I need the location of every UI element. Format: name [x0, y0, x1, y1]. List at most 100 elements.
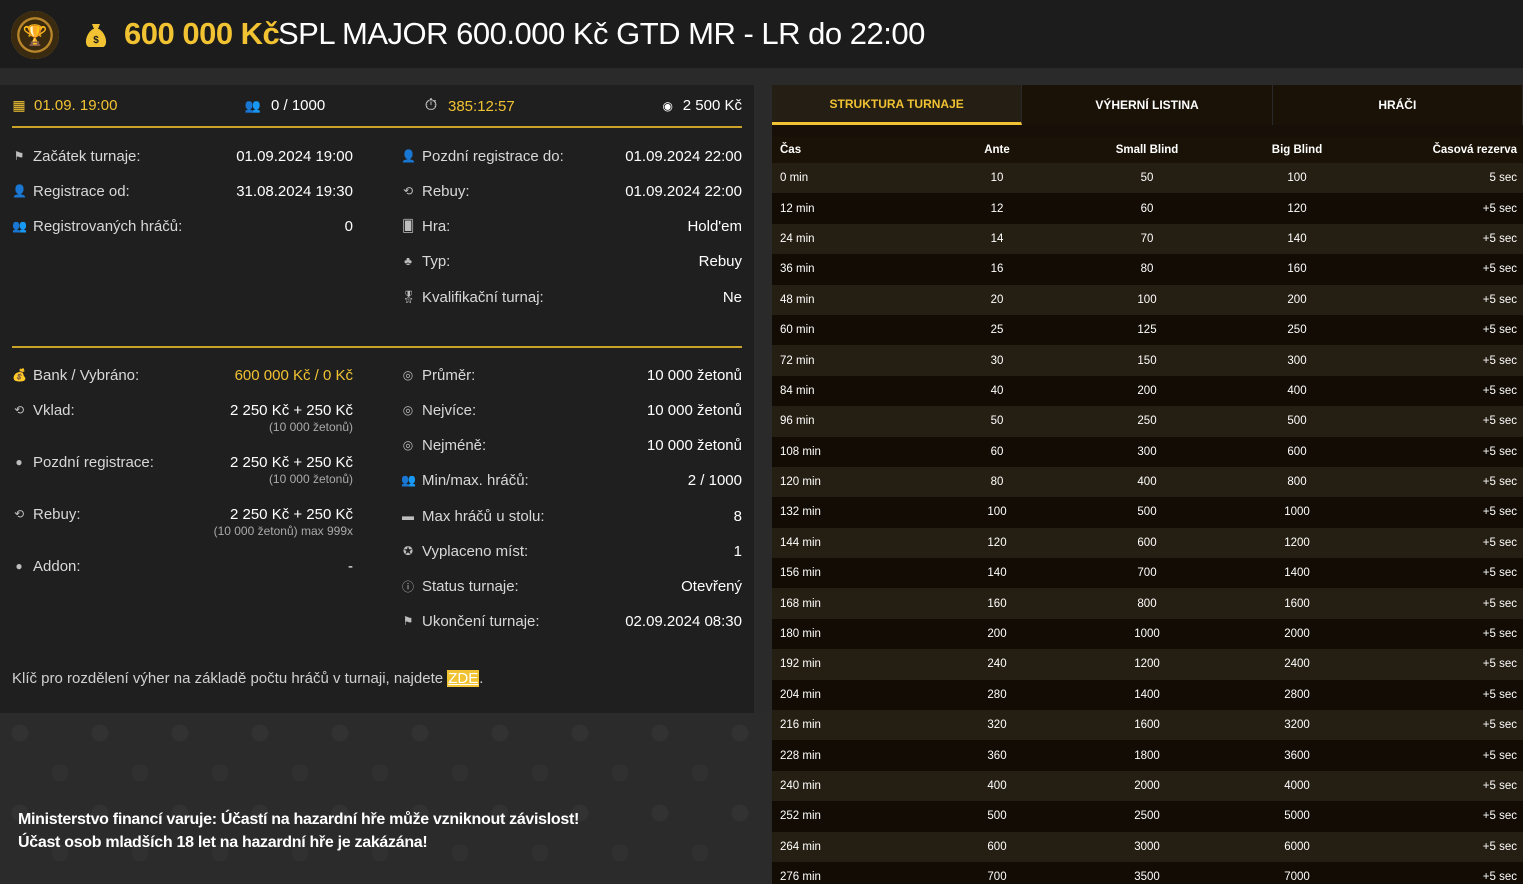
table-cell: 2000	[1222, 618, 1372, 650]
trophy-logo-icon[interactable]: 🏆	[11, 11, 59, 59]
table-cell: 160	[1222, 254, 1372, 285]
table-row: 216 min 320 1600 3200 +5 sec	[772, 710, 1523, 741]
info-type: ♣ Typ: Rebuy	[401, 250, 742, 272]
table-cell: 100	[922, 497, 1072, 528]
money-addon: ● Addon: -	[12, 555, 353, 577]
summary-date: ▦ 01.09. 19:00	[12, 97, 118, 114]
table-cell: 60	[922, 436, 1072, 467]
table-cell: 48 min	[772, 284, 922, 315]
table-row: 240 min 400 2000 4000 +5 sec	[772, 770, 1523, 802]
tab-structure[interactable]: STRUKTURA TURNAJE	[772, 85, 1023, 125]
coin-icon: ●	[15, 455, 23, 469]
prize-key-note: Klíč pro rozdělení výher na základě počt…	[12, 670, 484, 687]
table-cell: +5 sec	[1372, 436, 1523, 467]
table-header-row: Čas Ante Small Blind Big Blind Časová re…	[772, 137, 1523, 163]
money-deposit: ⟲ Vklad: 2 250 Kč + 250 Kč	[13, 401, 353, 419]
col-time: Čas	[772, 137, 922, 163]
money-rebuy: ⟲ Rebuy: 2 250 Kč + 250 Kč	[13, 505, 353, 523]
table-row: 60 min 25 125 250 +5 sec	[772, 314, 1523, 346]
table-cell: 25	[922, 314, 1072, 346]
tournament-status: ⓘ Status turnaje: Otevřený	[401, 577, 742, 595]
table-cell: 6000	[1222, 831, 1372, 862]
users-icon: 👥	[12, 219, 27, 233]
table-icon: ▬	[402, 509, 414, 523]
table-cell: +5 sec	[1372, 740, 1523, 771]
info-qualifier: 🎖 Kvalifikační turnaj: Ne	[401, 288, 742, 306]
table-cell: +5 sec	[1372, 801, 1523, 832]
stopwatch-icon: ⏱	[424, 97, 438, 114]
table-cell: 1400	[1222, 558, 1372, 589]
table-cell: 400	[1072, 466, 1222, 498]
col-big-blind: Big Blind	[1222, 137, 1372, 163]
table-cell: 80	[1072, 254, 1222, 285]
coin-icon: ●	[15, 559, 23, 573]
table-row: 144 min 120 600 1200 +5 sec	[772, 527, 1523, 559]
table-cell: 1200	[1072, 649, 1222, 680]
table-cell: 400	[922, 770, 1072, 802]
paid-places: ✪ Vyplaceno míst: 1	[402, 542, 742, 560]
chips-max: ◎ Nejvíce: 10 000 žetonů	[402, 401, 742, 419]
table-cell: 200	[1072, 375, 1222, 407]
page-header: 🏆 $ 600 000 Kč SPL MAJOR 600.000 Kč GTD …	[0, 0, 1523, 68]
table-row: 180 min 200 1000 2000 +5 sec	[772, 618, 1523, 650]
table-cell: 144 min	[772, 527, 922, 559]
table-cell: 40	[922, 375, 1072, 407]
table-cell: 84 min	[772, 375, 922, 407]
table-cell: +5 sec	[1372, 223, 1523, 255]
info-late-registration: 👤 Pozdní registrace do: 01.09.2024 22:00	[401, 147, 742, 165]
deposit-note: (10 000 žetonů)	[268, 420, 353, 434]
table-cell: 132 min	[772, 497, 922, 528]
tab-bar: STRUKTURA TURNAJE VÝHERNÍ LISTINA HRÁČI	[772, 85, 1523, 125]
table-cell: 140	[1222, 223, 1372, 255]
table-cell: 192 min	[772, 649, 922, 680]
flag-icon: ⚑	[13, 149, 25, 163]
table-cell: 264 min	[772, 831, 922, 862]
table-cell: 240 min	[772, 770, 922, 802]
table-row: 192 min 240 1200 2400 +5 sec	[772, 649, 1523, 680]
table-cell: 120	[922, 527, 1072, 559]
table-cell: 120 min	[772, 466, 922, 498]
table-row: 84 min 40 200 400 +5 sec	[772, 375, 1523, 407]
table-cell: 228 min	[772, 740, 922, 771]
table-cell: 150	[1072, 345, 1222, 376]
table-cell: 500	[922, 801, 1072, 832]
chip-icon: ◎	[402, 403, 414, 417]
table-cell: 600	[922, 831, 1072, 862]
table-cell: 180 min	[772, 618, 922, 650]
table-cell: 72 min	[772, 345, 922, 376]
table-row: 48 min 20 100 200 +5 sec	[772, 284, 1523, 315]
table-row: 12 min 12 60 120 +5 sec	[772, 193, 1523, 224]
prize-key-link[interactable]: ZDE	[447, 670, 480, 687]
info-registration-from: 👤 Registrace od: 31.08.2024 19:30	[12, 182, 353, 200]
table-cell: 12 min	[772, 193, 922, 224]
table-row: 132 min 100 500 1000 +5 sec	[772, 497, 1523, 528]
tab-players[interactable]: HRÁČI	[1272, 85, 1523, 125]
table-row: 96 min 50 250 500 +5 sec	[772, 406, 1523, 437]
summary-players: 👥 0 / 1000	[244, 97, 326, 114]
table-cell: 24 min	[772, 223, 922, 255]
table-cell: 600	[1072, 527, 1222, 559]
col-small-blind: Small Blind	[1072, 137, 1222, 163]
table-cell: 800	[1072, 588, 1222, 619]
table-cell: 10	[922, 163, 1072, 194]
table-cell: 252 min	[772, 801, 922, 832]
table-row: 0 min 10 50 100 5 sec	[772, 163, 1523, 194]
table-cell: 50	[922, 406, 1072, 437]
info-rebuy-until: ⟲ Rebuy: 01.09.2024 22:00	[402, 182, 742, 200]
table-cell: 500	[1222, 406, 1372, 437]
table-cell: +5 sec	[1372, 375, 1523, 407]
table-cell: 140	[922, 558, 1072, 589]
table-cell: 50	[1072, 163, 1222, 194]
user-icon: 👤	[401, 149, 416, 163]
gambling-warning: Ministerstvo financí varuje: Účastí na h…	[18, 811, 580, 851]
table-cell: 0 min	[772, 163, 922, 194]
table-cell: 320	[922, 710, 1072, 741]
calendar-icon: ▦	[12, 97, 26, 113]
table-cell: +5 sec	[1372, 558, 1523, 589]
table-cell: 14	[922, 223, 1072, 255]
users-icon: 👥	[401, 473, 416, 487]
table-cell: 20	[922, 284, 1072, 315]
table-cell: 204 min	[772, 679, 922, 711]
tab-prize-list[interactable]: VÝHERNÍ LISTINA	[1022, 85, 1273, 125]
divider	[12, 126, 742, 128]
